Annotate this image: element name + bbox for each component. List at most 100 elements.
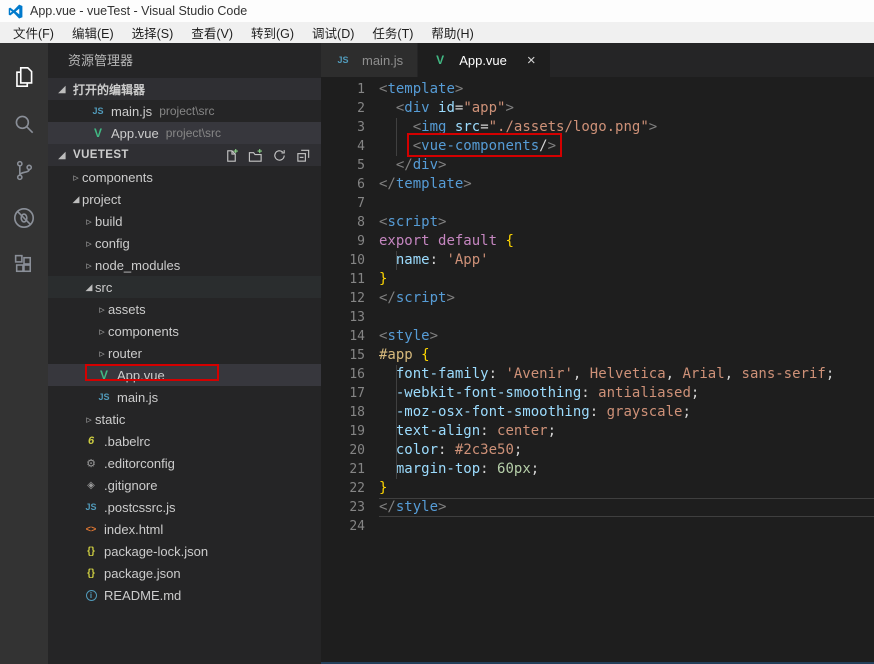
code-line-16[interactable]: 16 font-family: 'Avenir', Helvetica, Ari… [321, 365, 874, 384]
tree-item-src[interactable]: ◢ src [48, 276, 321, 298]
explorer-sidebar: 资源管理器 ◢ 打开的编辑器 JS main.js project\src V App.… [48, 43, 321, 664]
code-line-content: </div> [395, 157, 447, 173]
code-line-11[interactable]: 11} [321, 270, 874, 289]
code-line-17[interactable]: 17 -webkit-font-smoothing: antialiased; [321, 384, 874, 403]
tree-item-label: build [95, 213, 123, 229]
code-editor[interactable]: 1 <template> 2 <div id="app"> 3 <img src=".… [321, 77, 874, 536]
code-line-14[interactable]: 14 <style> [321, 327, 874, 346]
activity-bar-item-extensions[interactable] [0, 241, 48, 288]
menu-item-1[interactable]: 编辑(E) [63, 23, 123, 42]
line-number: 15 [349, 348, 365, 363]
tree-item-router[interactable]: ▹ router [48, 342, 321, 364]
activity-bar-item-debug[interactable] [0, 194, 48, 241]
code-line-content: </template> [379, 176, 472, 192]
chevron-collapsed-icon: ▹ [86, 215, 92, 228]
tab-App.vue[interactable]: V App.vue × [418, 43, 550, 77]
menu-item-7[interactable]: 帮助(H) [422, 23, 482, 42]
tree-item-.babelrc[interactable]: 6 .babelrc [48, 430, 321, 452]
collapse-all-icon[interactable] [296, 148, 311, 163]
tree-item-node_modules[interactable]: ▹ node_modules [48, 254, 321, 276]
chevron-collapsed-icon: ▹ [99, 303, 105, 316]
tree-item-README.md[interactable]: i README.md [48, 584, 321, 606]
menu-item-5[interactable]: 调试(D) [303, 23, 363, 42]
js-file-icon: JS [337, 55, 349, 65]
chevron-collapsed-icon: ▹ [86, 259, 92, 272]
tree-item-assets[interactable]: ▹ assets [48, 298, 321, 320]
activity-bar-item-search[interactable] [0, 100, 48, 147]
tree-item-main.js[interactable]: JS main.js [48, 386, 321, 408]
menu-item-2[interactable]: 选择(S) [123, 23, 183, 42]
code-line-22[interactable]: 22} [321, 479, 874, 498]
chevron-collapsed-icon: ▹ [73, 171, 79, 184]
menu-item-6[interactable]: 任务(T) [363, 23, 422, 42]
tree-item-App.vue[interactable]: V App.vue [48, 364, 321, 386]
workbench: 资源管理器 ◢ 打开的编辑器 JS main.js project\src V App.… [0, 43, 874, 664]
code-line-19[interactable]: 19 text-align: center; [321, 422, 874, 441]
code-line-8[interactable]: 8 <script> [321, 213, 874, 232]
tree-item-label: main.js [117, 389, 159, 405]
new-file-icon[interactable] [224, 148, 239, 163]
title-bar: App.vue - vueTest - Visual Studio Code [0, 0, 874, 22]
tree-item-.gitignore[interactable]: ◈ .gitignore [48, 474, 321, 496]
code-line-2[interactable]: 2 <div id="app"> [321, 99, 874, 118]
sidebar-title: 资源管理器 [68, 53, 134, 68]
js-file-icon: JS [85, 502, 97, 512]
tab-main.js[interactable]: JS main.js [321, 43, 418, 77]
menu-item-0[interactable]: 文件(F) [4, 23, 63, 42]
tree-item-components[interactable]: ▹ components [48, 320, 321, 342]
open-editor-App.vue[interactable]: V App.vue project\src [48, 122, 321, 144]
code-line-7[interactable]: 7 [321, 194, 874, 213]
code-line-18[interactable]: 18 -moz-osx-font-smoothing: grayscale; [321, 403, 874, 422]
tree-item-package-lock.json[interactable]: {} package-lock.json [48, 540, 321, 562]
line-number: 7 [357, 196, 365, 211]
tree-item-label: package-lock.json [104, 543, 209, 559]
code-line-21[interactable]: 21 margin-top: 60px; [321, 460, 874, 479]
menu-item-3[interactable]: 查看(V) [182, 23, 242, 42]
code-line-3[interactable]: 3 <img src="./assets/logo.png"> [321, 118, 874, 137]
debug-icon [11, 205, 37, 231]
close-icon[interactable]: × [527, 53, 536, 68]
code-line-20[interactable]: 20 color: #2c3e50; [321, 441, 874, 460]
code-line-23[interactable]: 23 </style> [321, 498, 874, 517]
code-line-24[interactable]: 24 [321, 517, 874, 536]
tree-item-.postcssrc.js[interactable]: JS .postcssrc.js [48, 496, 321, 518]
line-number: 3 [357, 120, 365, 135]
open-editors-header[interactable]: ◢ 打开的编辑器 [48, 78, 321, 100]
code-line-4[interactable]: 4 <vue-components/> [321, 133, 874, 157]
file-label: App.vue [111, 125, 159, 141]
line-number: 17 [349, 386, 365, 401]
code-line-6[interactable]: 6 </template> [321, 175, 874, 194]
chevron-collapsed-icon: ▹ [86, 413, 92, 426]
tree-item-package.json[interactable]: {} package.json [48, 562, 321, 584]
tree-item-label: package.json [104, 565, 181, 581]
activity-bar-item-source-control[interactable] [0, 147, 48, 194]
chevron-expanded-icon: ◢ [58, 149, 66, 160]
code-line-1[interactable]: 1 <template> [321, 80, 874, 99]
code-line-12[interactable]: 12 </script> [321, 289, 874, 308]
line-number: 20 [349, 443, 365, 458]
tree-item-.editorconfig[interactable]: ⚙ .editorconfig [48, 452, 321, 474]
git-branch-icon [12, 158, 37, 183]
menu-item-4[interactable]: 转到(G) [242, 23, 303, 42]
code-line-content: <vue-components/> [412, 138, 557, 154]
refresh-icon[interactable] [272, 148, 287, 163]
vscode-logo-icon [8, 4, 23, 19]
html-file-icon: <> [85, 524, 97, 534]
open-editor-main.js[interactable]: JS main.js project\src [48, 100, 321, 122]
code-line-5[interactable]: 5 </div> [321, 156, 874, 175]
code-line-10[interactable]: 10 name: 'App' [321, 251, 874, 270]
vuetest-header[interactable]: ◢ VUETEST [48, 144, 321, 166]
tree-item-project[interactable]: ◢ project [48, 188, 321, 210]
json-file-icon: {} [87, 545, 95, 557]
code-line-content: <img src="./assets/logo.png"> [412, 119, 658, 135]
tree-item-index.html[interactable]: <> index.html [48, 518, 321, 540]
tree-item-config[interactable]: ▹ config [48, 232, 321, 254]
code-line-15[interactable]: 15 #app { [321, 346, 874, 365]
tree-item-components[interactable]: ▹ components [48, 166, 321, 188]
tree-item-static[interactable]: ▹ static [48, 408, 321, 430]
code-line-9[interactable]: 9 export default { [321, 232, 874, 251]
activity-bar-item-explorer[interactable] [0, 53, 48, 100]
new-folder-icon[interactable] [248, 148, 263, 163]
code-line-13[interactable]: 13 [321, 308, 874, 327]
tree-item-build[interactable]: ▹ build [48, 210, 321, 232]
